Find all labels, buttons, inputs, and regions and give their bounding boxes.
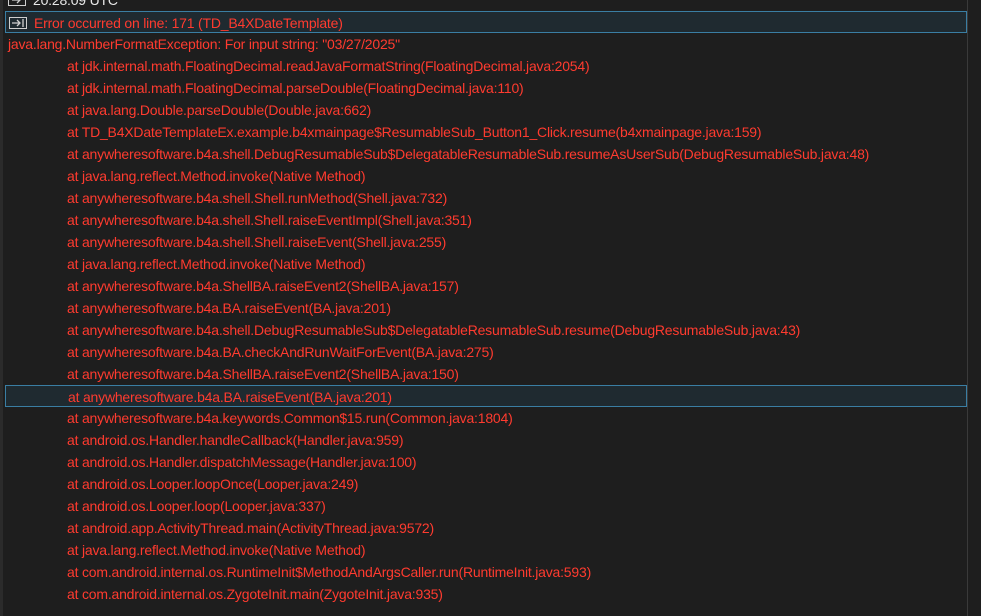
stack-trace-line[interactable]: at java.lang.reflect.Method.invoke(Nativ… (5, 165, 967, 187)
stack-trace-line[interactable]: at android.os.Handler.dispatchMessage(Ha… (5, 451, 967, 473)
log-entry-icon (9, 17, 27, 29)
stack-trace-line[interactable]: at anywheresoftware.b4a.BA.raiseEvent(BA… (5, 297, 967, 319)
stack-trace-line[interactable]: at anywheresoftware.b4a.keywords.Common$… (5, 407, 967, 429)
stack-trace-text: at anywheresoftware.b4a.BA.raiseEvent(BA… (68, 389, 392, 405)
stack-trace-text: at anywheresoftware.b4a.keywords.Common$… (67, 410, 513, 426)
stack-trace-text: at java.lang.Double.parseDouble(Double.j… (67, 102, 372, 118)
log-line-exception[interactable]: java.lang.NumberFormatException: For inp… (5, 33, 967, 55)
stack-trace-line[interactable]: at java.lang.reflect.Method.invoke(Nativ… (5, 253, 967, 275)
stack-trace-text: at android.os.Handler.dispatchMessage(Ha… (67, 454, 417, 470)
stack-trace-line[interactable]: at com.android.internal.os.RuntimeInit$M… (5, 561, 967, 583)
stack-trace: at jdk.internal.math.FloatingDecimal.rea… (5, 55, 967, 605)
stack-trace-line[interactable]: at jdk.internal.math.FloatingDecimal.rea… (5, 55, 967, 77)
vertical-scrollbar[interactable] (967, 0, 981, 616)
stack-trace-text: at anywheresoftware.b4a.shell.Shell.runM… (67, 190, 448, 206)
stack-trace-text: at anywheresoftware.b4a.shell.DebugResum… (67, 322, 801, 338)
error-header-text: Error occurred on line: 171 (TD_B4XDateT… (34, 15, 343, 31)
stack-trace-text: at anywheresoftware.b4a.ShellBA.raiseEve… (67, 366, 459, 382)
stack-trace-line[interactable]: at anywheresoftware.b4a.shell.Shell.runM… (5, 187, 967, 209)
stack-trace-text: at jdk.internal.math.FloatingDecimal.rea… (67, 58, 590, 74)
panel-left-border (0, 0, 3, 616)
stack-trace-line[interactable]: at android.os.Looper.loopOnce(Looper.jav… (5, 473, 967, 495)
stack-trace-text: at anywheresoftware.b4a.shell.DebugResum… (67, 146, 870, 162)
stack-trace-text: at android.os.Looper.loop(Looper.java:33… (67, 498, 326, 514)
stack-trace-text: at anywheresoftware.b4a.shell.Shell.rais… (67, 234, 447, 250)
stack-trace-line[interactable]: at android.app.ActivityThread.main(Activ… (5, 517, 967, 539)
stack-trace-text: at java.lang.reflect.Method.invoke(Nativ… (67, 542, 366, 558)
log-panel[interactable]: 20:28:09 UTC Error occurred on line: 171… (0, 0, 981, 616)
stack-trace-line[interactable]: at java.lang.reflect.Method.invoke(Nativ… (5, 539, 967, 561)
stack-trace-line[interactable]: at java.lang.Double.parseDouble(Double.j… (5, 99, 967, 121)
stack-trace-line[interactable]: at android.os.Handler.handleCallback(Han… (5, 429, 967, 451)
stack-trace-line[interactable]: at anywheresoftware.b4a.shell.DebugResum… (5, 143, 967, 165)
log-line-error-header[interactable]: Error occurred on line: 171 (TD_B4XDateT… (5, 11, 967, 33)
log-line-timestamp[interactable]: 20:28:09 UTC (5, 0, 967, 11)
stack-trace-line[interactable]: at TD_B4XDateTemplateEx.example.b4xmainp… (5, 121, 967, 143)
stack-trace-line[interactable]: at jdk.internal.math.FloatingDecimal.par… (5, 77, 967, 99)
stack-trace-text: at anywheresoftware.b4a.ShellBA.raiseEve… (67, 278, 459, 294)
stack-trace-text: at anywheresoftware.b4a.BA.checkAndRunWa… (67, 344, 494, 360)
stack-trace-line[interactable]: at anywheresoftware.b4a.shell.Shell.rais… (5, 231, 967, 253)
stack-trace-text: at com.android.internal.os.ZygoteInit.ma… (67, 586, 443, 602)
log-entry-icon (8, 0, 26, 6)
stack-trace-text: at java.lang.reflect.Method.invoke(Nativ… (67, 168, 366, 184)
stack-trace-line[interactable]: at com.android.internal.os.ZygoteInit.ma… (5, 583, 967, 605)
stack-trace-line[interactable]: at anywheresoftware.b4a.ShellBA.raiseEve… (5, 275, 967, 297)
stack-trace-line[interactable]: at anywheresoftware.b4a.BA.raiseEvent(BA… (5, 385, 967, 407)
stack-trace-text: at java.lang.reflect.Method.invoke(Nativ… (67, 256, 366, 272)
stack-trace-line[interactable]: at anywheresoftware.b4a.shell.DebugResum… (5, 319, 967, 341)
stack-trace-text: at TD_B4XDateTemplateEx.example.b4xmainp… (67, 124, 762, 140)
stack-trace-text: at anywheresoftware.b4a.shell.Shell.rais… (67, 212, 472, 228)
stack-trace-line[interactable]: at anywheresoftware.b4a.ShellBA.raiseEve… (5, 363, 967, 385)
stack-trace-text: at android.os.Handler.handleCallback(Han… (67, 432, 404, 448)
stack-trace-line[interactable]: at android.os.Looper.loop(Looper.java:33… (5, 495, 967, 517)
stack-trace-text: at android.os.Looper.loopOnce(Looper.jav… (67, 476, 359, 492)
stack-trace-text: at android.app.ActivityThread.main(Activ… (67, 520, 434, 536)
stack-trace-text: at anywheresoftware.b4a.BA.raiseEvent(BA… (67, 300, 391, 316)
stack-trace-line[interactable]: at anywheresoftware.b4a.BA.checkAndRunWa… (5, 341, 967, 363)
stack-trace-text: at com.android.internal.os.RuntimeInit$M… (67, 564, 592, 580)
timestamp-text: 20:28:09 UTC (33, 0, 118, 8)
exception-text: java.lang.NumberFormatException: For inp… (8, 36, 400, 52)
log-lines: 20:28:09 UTC Error occurred on line: 171… (5, 0, 967, 605)
stack-trace-text: at jdk.internal.math.FloatingDecimal.par… (67, 80, 524, 96)
stack-trace-line[interactable]: at anywheresoftware.b4a.shell.Shell.rais… (5, 209, 967, 231)
